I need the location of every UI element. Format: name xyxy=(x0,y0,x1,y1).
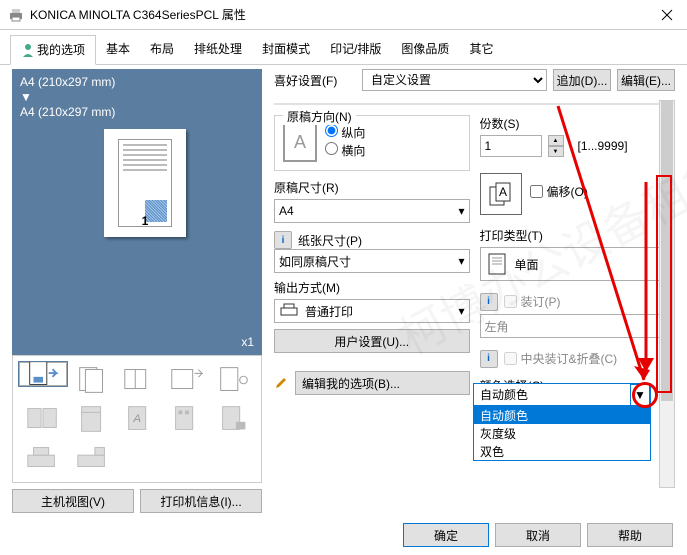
copies-range: [1...9999] xyxy=(578,139,628,153)
info-icon[interactable]: i xyxy=(274,231,292,249)
thumb-item[interactable] xyxy=(71,362,114,397)
zoom-label: x1 xyxy=(241,335,254,349)
favorites-select[interactable]: 自定义设置 xyxy=(362,69,547,91)
tab-cover[interactable]: 封面模式 xyxy=(252,35,320,65)
info-icon[interactable]: i xyxy=(480,293,498,311)
thumb-item[interactable] xyxy=(71,441,114,476)
tab-quality[interactable]: 图像品质 xyxy=(391,35,459,65)
tab-paper[interactable]: 排纸处理 xyxy=(184,35,252,65)
binding-select: 左角▾ xyxy=(480,314,676,338)
tab-my-options[interactable]: 我的选项 xyxy=(10,35,96,65)
printer-info-button[interactable]: 打印机信息(I)... xyxy=(140,489,262,513)
paper-size-label: 纸张尺寸(P) xyxy=(298,232,362,249)
orientation-group: 原稿方向(N) A 纵向 横向 xyxy=(274,115,470,171)
vertical-scrollbar[interactable] xyxy=(659,100,675,488)
ok-button[interactable]: 确定 xyxy=(403,523,489,547)
page-preview-panel: A4 (210x297 mm) ▼ A4 (210x297 mm) 1 x1 xyxy=(12,69,262,355)
tab-layout[interactable]: 布局 xyxy=(140,35,184,65)
fold-checkbox: 中央装订&折叠(C) xyxy=(504,350,618,367)
option-thumbnails: A xyxy=(12,355,262,483)
copies-spinner[interactable]: ▲▼ xyxy=(548,135,564,157)
thumb-item[interactable] xyxy=(165,362,208,397)
color-select-dropdown[interactable]: 自动颜色 ▼ 自动颜色 灰度级 双色 xyxy=(473,383,651,461)
page-icon xyxy=(485,252,509,276)
paper-size-select[interactable]: 如同原稿尺寸▾ xyxy=(274,249,470,273)
portrait-radio[interactable]: 纵向 xyxy=(325,124,365,142)
color-option-gray[interactable]: 灰度级 xyxy=(474,424,650,442)
color-option-auto[interactable]: 自动颜色 xyxy=(474,406,650,424)
svg-text:A: A xyxy=(498,185,506,199)
tab-bar: 我的选项 基本 布局 排纸处理 封面模式 印记/排版 图像品质 其它 xyxy=(0,30,687,65)
offset-checkbox[interactable]: 偏移(O) xyxy=(530,183,588,200)
info-icon[interactable]: i xyxy=(480,350,498,368)
main-view-button[interactable]: 主机视图(V) xyxy=(12,489,134,513)
cancel-button[interactable]: 取消 xyxy=(495,523,581,547)
person-icon xyxy=(21,43,35,57)
favorites-edit-button[interactable]: 编辑(E)... xyxy=(617,69,675,91)
printer-small-icon xyxy=(279,303,299,319)
edit-my-options-button[interactable]: 编辑我的选项(B)... xyxy=(295,371,470,395)
thumb-item[interactable] xyxy=(118,362,161,397)
orientation-label: 原稿方向(N) xyxy=(283,108,356,125)
landscape-radio[interactable]: 横向 xyxy=(325,142,365,160)
copies-input[interactable] xyxy=(480,135,542,157)
original-size-label: 原稿尺寸(R) xyxy=(274,179,470,196)
output-method-label: 输出方式(M) xyxy=(274,279,470,296)
thumb-item[interactable] xyxy=(165,401,208,436)
original-size-select[interactable]: A4▾ xyxy=(274,199,470,223)
thumb-item[interactable] xyxy=(19,441,67,476)
thumb-item[interactable] xyxy=(212,362,255,397)
window-title: KONICA MINOLTA C364SeriesPCL 属性 xyxy=(30,6,647,23)
preview-size-label: A4 (210x297 mm) ▼ A4 (210x297 mm) xyxy=(20,75,254,120)
output-method-select[interactable]: 普通打印▾ xyxy=(274,299,470,323)
tab-other[interactable]: 其它 xyxy=(459,35,503,65)
collate-icon: A xyxy=(480,173,522,215)
tab-stamp[interactable]: 印记/排版 xyxy=(320,35,391,65)
thumb-item[interactable]: A xyxy=(118,401,161,436)
print-type-select[interactable]: 单面▾ xyxy=(480,247,676,281)
pencil-icon xyxy=(274,376,288,390)
print-type-label: 打印类型(T) xyxy=(480,227,676,244)
thumb-item[interactable] xyxy=(212,401,255,436)
chevron-down-icon: ▾ xyxy=(458,254,464,268)
color-select-value[interactable]: 自动颜色 xyxy=(474,384,650,406)
svg-text:A: A xyxy=(132,413,141,425)
titlebar: KONICA MINOLTA C364SeriesPCL 属性 xyxy=(0,0,687,30)
close-button[interactable] xyxy=(647,0,687,30)
page-thumbnail: 1 xyxy=(104,129,186,237)
thumb-item[interactable] xyxy=(19,362,67,386)
favorites-add-button[interactable]: 追加(D)... xyxy=(553,69,611,91)
help-button[interactable]: 帮助 xyxy=(587,523,673,547)
chevron-down-icon[interactable]: ▼ xyxy=(630,384,650,406)
printer-icon xyxy=(8,7,24,23)
user-settings-button[interactable]: 用户设置(U)... xyxy=(274,329,470,353)
thumb-item[interactable] xyxy=(19,401,67,436)
orient-preview-icon: A xyxy=(283,122,317,162)
copies-label: 份数(S) xyxy=(480,115,676,132)
page-number: 1 xyxy=(142,214,149,228)
chevron-down-icon: ▾ xyxy=(458,204,464,218)
chevron-down-icon: ▾ xyxy=(458,304,464,318)
thumb-item[interactable] xyxy=(71,401,114,436)
binding-checkbox: 装订(P) xyxy=(504,293,561,310)
color-option-dual[interactable]: 双色 xyxy=(474,442,650,460)
tab-basic[interactable]: 基本 xyxy=(96,35,140,65)
favorites-label: 喜好设置(F) xyxy=(274,72,356,89)
dialog-footer: 确定 取消 帮助 xyxy=(0,519,687,555)
